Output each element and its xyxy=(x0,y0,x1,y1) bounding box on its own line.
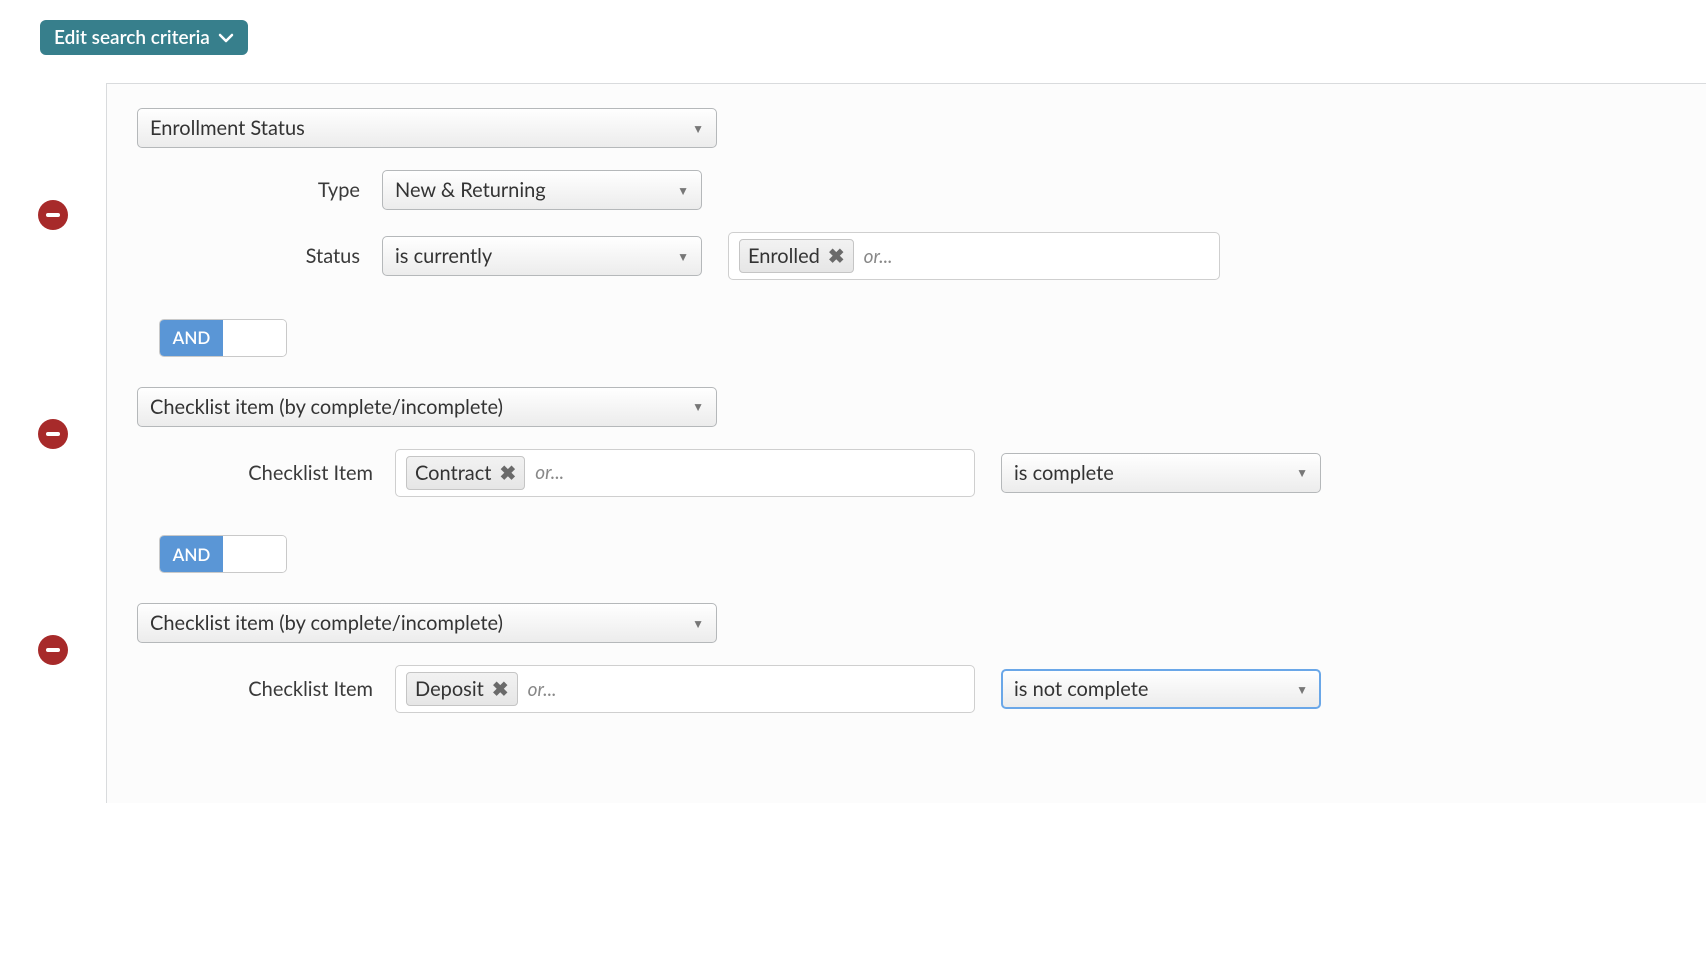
checklist-placeholder: or... xyxy=(535,461,564,484)
type-select[interactable]: New & Returning ▼ xyxy=(382,170,702,210)
checklist-operator-select[interactable]: is complete ▼ xyxy=(1001,453,1321,493)
status-chip-label: Enrolled xyxy=(748,244,820,268)
criterion-checklist-deposit: Checklist item (by complete/incomplete) … xyxy=(137,603,1676,713)
type-field-label: Type xyxy=(137,178,382,202)
remove-chip-icon[interactable]: ✖ xyxy=(492,677,509,701)
caret-down-icon: ▼ xyxy=(692,616,704,631)
caret-down-icon: ▼ xyxy=(1296,682,1308,697)
edit-search-criteria-label: Edit search criteria xyxy=(54,26,210,49)
status-operator-select[interactable]: is currently ▼ xyxy=(382,236,702,276)
connector-and[interactable]: AND xyxy=(160,536,223,572)
remove-chip-icon[interactable]: ✖ xyxy=(828,244,845,268)
checklist-placeholder: or... xyxy=(528,678,557,701)
caret-down-icon: ▼ xyxy=(677,183,689,198)
checklist-operator-select[interactable]: is not complete ▼ xyxy=(1001,669,1321,709)
criterion-category-select[interactable]: Checklist item (by complete/incomplete) … xyxy=(137,387,717,427)
caret-down-icon: ▼ xyxy=(692,121,704,136)
checklist-item-tag-input[interactable]: Deposit ✖ or... xyxy=(395,665,975,713)
checklist-chip: Deposit ✖ xyxy=(406,672,518,706)
criterion-category-select[interactable]: Enrollment Status ▼ xyxy=(137,108,717,148)
status-tag-input[interactable]: Enrolled ✖ or... xyxy=(728,232,1220,280)
connector-or[interactable] xyxy=(223,320,286,356)
checklist-operator-value: is not complete xyxy=(1014,677,1148,701)
caret-down-icon: ▼ xyxy=(692,399,704,414)
chevron-down-icon xyxy=(218,32,234,44)
caret-down-icon: ▼ xyxy=(1296,465,1308,480)
criterion-enrollment-status: Enrollment Status ▼ Type New & Returning… xyxy=(137,108,1676,280)
logical-connector[interactable]: AND xyxy=(159,319,287,357)
connector-or[interactable] xyxy=(223,536,286,572)
status-chip: Enrolled ✖ xyxy=(739,239,854,273)
criterion-category-value: Enrollment Status xyxy=(150,116,305,140)
checklist-item-label: Checklist Item xyxy=(137,461,395,485)
criterion-category-value: Checklist item (by complete/incomplete) xyxy=(150,395,503,419)
edit-search-criteria-button[interactable]: Edit search criteria xyxy=(40,20,248,55)
checklist-item-tag-input[interactable]: Contract ✖ or... xyxy=(395,449,975,497)
type-select-value: New & Returning xyxy=(395,178,546,202)
remove-criterion-button[interactable] xyxy=(38,200,68,230)
status-operator-value: is currently xyxy=(395,244,492,268)
logical-connector[interactable]: AND xyxy=(159,535,287,573)
status-placeholder: or... xyxy=(864,245,893,268)
checklist-chip-label: Deposit xyxy=(415,677,484,701)
remove-criterion-button[interactable] xyxy=(38,419,68,449)
caret-down-icon: ▼ xyxy=(677,249,689,264)
checklist-item-label: Checklist Item xyxy=(137,677,395,701)
checklist-operator-value: is complete xyxy=(1014,461,1114,485)
remove-chip-icon[interactable]: ✖ xyxy=(499,461,516,485)
checklist-chip-label: Contract xyxy=(415,461,491,485)
criterion-category-value: Checklist item (by complete/incomplete) xyxy=(150,611,503,635)
remove-criterion-button[interactable] xyxy=(38,635,68,665)
connector-and[interactable]: AND xyxy=(160,320,223,356)
criteria-panel: Enrollment Status ▼ Type New & Returning… xyxy=(106,83,1706,803)
criterion-category-select[interactable]: Checklist item (by complete/incomplete) … xyxy=(137,603,717,643)
criterion-checklist-contract: Checklist item (by complete/incomplete) … xyxy=(137,387,1676,497)
checklist-chip: Contract ✖ xyxy=(406,456,525,490)
status-field-label: Status xyxy=(137,244,382,268)
